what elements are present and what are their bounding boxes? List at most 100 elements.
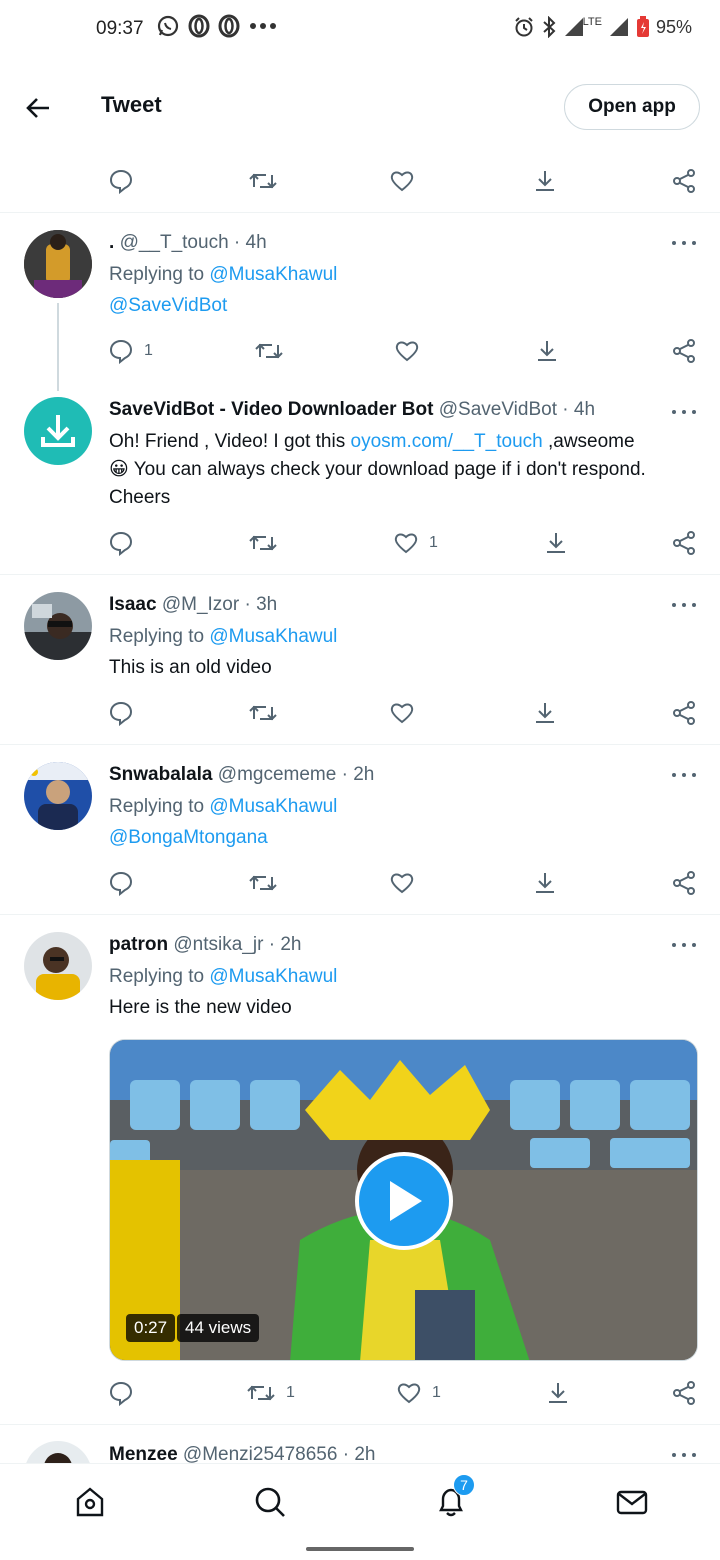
mention-link[interactable]: @BongaMtongana	[109, 827, 268, 848]
tweet[interactable]: Menzee @Menzi25478656 · 2h	[0, 1425, 720, 1463]
download-button[interactable]	[534, 336, 560, 366]
download-button[interactable]	[532, 698, 558, 728]
nav-search[interactable]	[250, 1482, 290, 1522]
handle[interactable]: @ntsika_jr	[173, 934, 263, 955]
handle[interactable]: @mgcememe	[218, 764, 337, 785]
url-link[interactable]: oyosm.com/__T_touch	[351, 431, 543, 452]
reply-button[interactable]	[108, 1378, 134, 1408]
replying-to: Replying to @MusaKhawul	[109, 791, 684, 822]
download-button[interactable]	[543, 528, 569, 558]
handle[interactable]: @SaveVidBot	[439, 399, 557, 420]
tweet-time[interactable]: 2h	[354, 1444, 375, 1463]
display-name[interactable]: Menzee	[109, 1444, 178, 1463]
tweet-time[interactable]: 2h	[353, 764, 374, 785]
download-icon	[536, 873, 554, 893]
like-button[interactable]: 1	[396, 1378, 441, 1408]
display-name[interactable]: Isaac	[109, 594, 157, 615]
tweet-time[interactable]: 4h	[246, 232, 267, 253]
share-button[interactable]	[671, 698, 697, 728]
avatar-image	[24, 592, 92, 660]
more-options-button[interactable]	[672, 935, 696, 955]
video-player[interactable]: 0:27 44 views	[109, 1039, 698, 1361]
avatar[interactable]	[24, 397, 92, 465]
nav-messages[interactable]	[612, 1482, 652, 1522]
like-button[interactable]	[394, 336, 420, 366]
bluetooth-icon	[542, 16, 556, 38]
retweet-button[interactable]	[248, 166, 278, 196]
avatar[interactable]	[24, 762, 92, 830]
download-button[interactable]	[532, 166, 558, 196]
replying-to-label: Replying to	[109, 966, 205, 987]
download-icon	[549, 1383, 567, 1403]
retweet-button[interactable]	[248, 868, 278, 898]
mention-link[interactable]: @MusaKhawul	[209, 264, 337, 285]
share-icon	[673, 1381, 695, 1405]
mention-link[interactable]: @MusaKhawul	[209, 626, 337, 647]
play-button[interactable]	[355, 1152, 453, 1250]
more-options-button[interactable]	[672, 1445, 696, 1463]
mention-link[interactable]: @MusaKhawul	[209, 796, 337, 817]
separator: ·	[337, 1444, 355, 1463]
reply-button[interactable]	[108, 528, 134, 558]
avatar[interactable]	[24, 230, 92, 298]
whatsapp-icon	[157, 15, 179, 37]
home-indicator[interactable]	[306, 1547, 414, 1551]
video-views: 44 views	[177, 1314, 260, 1342]
nav-home[interactable]	[70, 1482, 110, 1522]
tweet-time[interactable]: 2h	[280, 934, 301, 955]
back-button[interactable]	[20, 90, 56, 126]
like-button[interactable]	[389, 166, 415, 196]
retweet-button[interactable]	[254, 336, 284, 366]
mention-link[interactable]: @SaveVidBot	[109, 295, 227, 316]
share-button[interactable]	[671, 166, 697, 196]
tweet-actions	[108, 868, 700, 898]
tweet-header: Isaac @M_Izor · 3h	[109, 593, 684, 617]
display-name[interactable]: .	[109, 232, 114, 253]
reply-button[interactable]	[108, 166, 134, 196]
retweet-icon	[249, 173, 277, 189]
share-button[interactable]	[671, 336, 697, 366]
handle[interactable]: @Menzi25478656	[183, 1444, 338, 1463]
handle[interactable]: @__T_touch	[120, 232, 229, 253]
reply-button[interactable]	[108, 698, 134, 728]
tweet-content: Isaac @M_Izor · 3h Replying to @MusaKhaw…	[109, 593, 684, 683]
display-name[interactable]: SaveVidBot - Video Downloader Bot	[109, 399, 433, 420]
avatar[interactable]	[24, 1441, 92, 1463]
display-name[interactable]: patron	[109, 934, 168, 955]
more-options-button[interactable]	[672, 595, 696, 615]
open-app-button[interactable]: Open app	[564, 84, 700, 130]
handle[interactable]: @M_Izor	[162, 594, 239, 615]
avatar[interactable]	[24, 592, 92, 660]
reply-button[interactable]: 1	[108, 336, 153, 366]
like-button[interactable]	[389, 868, 415, 898]
tweet-actions: 1	[108, 528, 700, 558]
share-button[interactable]	[671, 1378, 697, 1408]
tweet-content: patron @ntsika_jr · 2h Replying to @Musa…	[109, 933, 684, 1023]
avatar-image	[24, 932, 92, 1000]
retweet-button[interactable]	[248, 698, 278, 728]
mention-link[interactable]: @MusaKhawul	[209, 966, 337, 987]
tweet-time[interactable]: 4h	[574, 399, 595, 420]
share-icon	[673, 169, 695, 193]
more-options-button[interactable]	[672, 402, 696, 422]
retweet-button[interactable]: 1	[246, 1378, 295, 1408]
download-button[interactable]	[545, 1378, 571, 1408]
download-button[interactable]	[532, 868, 558, 898]
tweet-time[interactable]: 3h	[256, 594, 277, 615]
share-button[interactable]	[671, 868, 697, 898]
tweet-header: SaveVidBot - Video Downloader Bot @SaveV…	[109, 398, 684, 422]
opera-icon	[188, 14, 210, 38]
text-segment: Oh! Friend , Video! I got this	[109, 431, 351, 452]
retweet-button[interactable]	[248, 528, 278, 558]
avatar[interactable]	[24, 932, 92, 1000]
reply-button[interactable]	[108, 868, 134, 898]
retweet-icon	[249, 705, 277, 721]
more-options-button[interactable]	[672, 233, 696, 253]
more-options-button[interactable]	[672, 765, 696, 785]
share-icon	[673, 871, 695, 895]
like-button[interactable]	[389, 698, 415, 728]
share-button[interactable]	[671, 528, 697, 558]
battery-icon	[636, 16, 649, 37]
display-name[interactable]: Snwabalala	[109, 764, 213, 785]
like-button[interactable]: 1	[393, 528, 438, 558]
